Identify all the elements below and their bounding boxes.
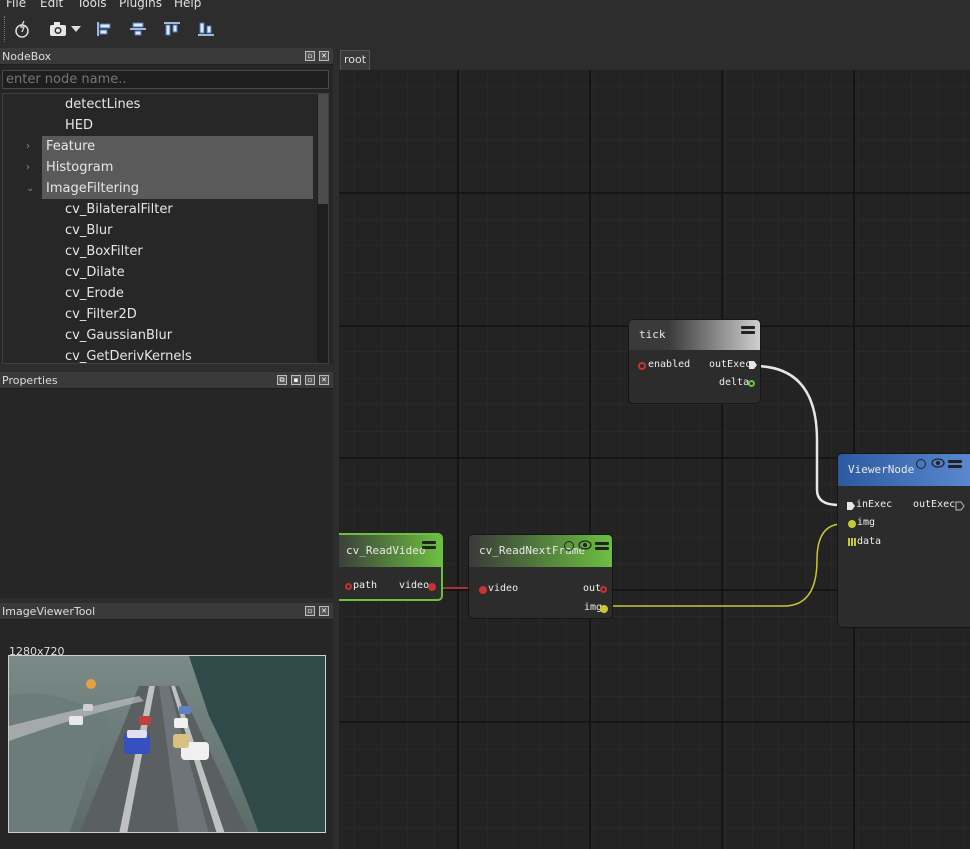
video-frame-preview [8,655,326,833]
tree-scrollbar[interactable] [317,94,328,363]
port-label-outexec: outExec [913,499,956,510]
input-port-dot[interactable] [848,520,856,528]
bolt-icon[interactable] [11,18,33,40]
node-menu-icon[interactable] [948,460,962,469]
lock-icon[interactable]: ▪ [291,375,301,385]
menu-tools[interactable]: Tools [77,0,107,10]
eye-icon[interactable] [931,458,945,468]
image-viewer-panel: ImageViewerTool ▫ ✕ 1280x720 [0,603,333,849]
circle-icon[interactable] [916,459,926,469]
node-menu-icon[interactable] [595,542,609,551]
port-label-path: path [353,580,378,591]
tree-category-label: ImageFiltering [46,181,140,196]
input-port-dot[interactable] [479,586,487,594]
nodebox-title-bar: NodeBox ▫ ✕ [0,48,333,65]
node-menu-icon[interactable] [422,541,436,550]
camera-icon[interactable] [47,18,69,40]
app-window: File Edit Tools Plugins Help NodeBox ▫ ✕… [0,0,970,849]
node-cv-readnextframe[interactable]: cv_ReadNextFrame video out img [468,534,613,619]
port-label-data: data [857,536,882,547]
float-icon[interactable]: ▫ [305,51,315,61]
scrollbar-thumb[interactable] [318,94,328,204]
tree-category-label: Feature [46,139,96,154]
exec-port-icon[interactable] [846,501,856,511]
tab-root[interactable]: root [340,50,371,70]
port-label-outexec: outExec [709,359,752,370]
tree-item-detectlines[interactable]: detectLines [65,94,140,115]
graph-tab-bar: root [339,46,970,70]
highway-image [9,656,325,832]
port-label-out: out [583,583,602,594]
tree-category-feature[interactable]: › Feature [26,136,313,157]
menu-edit[interactable]: Edit [40,0,63,10]
tree-item-hed[interactable]: HED [65,115,93,136]
node-cv-readvideo[interactable]: cv_ReadVideo path video [339,533,443,601]
node-header[interactable]: cv_ReadVideo [339,535,441,567]
align-center-icon[interactable] [127,18,149,40]
properties-title-bar: Properties ⧉ ▪ ▫ ✕ [0,372,333,389]
node-tick[interactable]: tick enabled outExec delta [628,319,761,404]
tree-item-cv-filter2d[interactable]: cv_Filter2D [65,304,137,325]
chevron-down-icon[interactable]: ⌄ [26,178,34,199]
circle-icon[interactable] [564,541,574,551]
input-port-dot[interactable] [638,362,646,370]
tree-category-label: Histogram [46,160,114,175]
node-header[interactable]: ViewerNode [838,454,970,486]
properties-title: Properties [2,374,58,387]
align-bottom-icon[interactable] [161,18,183,40]
tree-item-cv-erode[interactable]: cv_Erode [65,283,124,304]
output-port-dot[interactable] [600,586,607,593]
port-label-delta: delta [719,377,750,388]
menu-file[interactable]: File [6,0,26,10]
tree-item-cv-blur[interactable]: cv_Blur [65,220,112,241]
toolbar [0,12,970,46]
nodebox-panel: NodeBox ▫ ✕ detectLines HED › Feature › Hi… [0,48,333,364]
dropdown-arrow-icon[interactable] [69,18,83,40]
nodebox-title: NodeBox [2,50,52,63]
chevron-right-icon[interactable]: › [26,136,30,157]
align-left-icon[interactable] [93,18,115,40]
node-header[interactable]: tick [629,320,760,350]
exec-port-icon[interactable] [748,360,758,370]
grid-port-icon[interactable] [848,538,856,546]
menu-help[interactable]: Help [174,0,201,10]
tree-item-cv-bilateralfilter[interactable]: cv_BilateralFilter [65,199,173,220]
image-viewer-title-bar: ImageViewerTool ▫ ✕ [0,603,333,620]
tree-item-cv-boxfilter[interactable]: cv_BoxFilter [65,241,143,262]
output-port-dot[interactable] [748,380,755,387]
port-label-enabled: enabled [648,359,691,370]
node-graph-canvas[interactable]: tick enabled outExec delta ViewerNode in… [339,70,970,849]
menu-plugins[interactable]: Plugins [119,0,162,10]
align-right-icon[interactable] [195,18,217,40]
tree-item-cv-dilate[interactable]: cv_Dilate [65,262,125,283]
node-search-input[interactable] [2,70,329,89]
output-port-dot[interactable] [428,583,436,591]
node-tree: detectLines HED › Feature › Histogram ⌄ Ima… [2,93,329,364]
port-label-video: video [399,580,430,591]
input-port-dot[interactable] [345,583,352,590]
image-viewer-title: ImageViewerTool [2,605,96,618]
port-label-img: img [857,517,876,528]
port-label-video: video [488,583,519,594]
output-port-dot[interactable] [600,605,608,613]
close-icon[interactable]: ✕ [319,51,329,61]
port-label-inexec: inExec [856,499,893,510]
eye-icon[interactable] [578,540,592,550]
node-viewer[interactable]: ViewerNode inExec outExec img data [837,453,970,628]
chevron-right-icon[interactable]: › [26,157,30,178]
close-icon[interactable]: ✕ [319,606,329,616]
exec-port-outline-icon[interactable] [955,501,965,511]
tree-category-imagefiltering[interactable]: ⌄ ImageFiltering [26,178,313,199]
node-menu-icon[interactable] [741,326,755,335]
tree-item-cv-getderivkernels[interactable]: cv_GetDerivKernels [65,346,192,363]
toolbar-grip[interactable] [4,16,7,42]
copy-icon[interactable]: ⧉ [277,375,287,385]
properties-panel: Properties ⧉ ▪ ▫ ✕ [0,372,333,598]
float-icon[interactable]: ▫ [305,606,315,616]
close-icon[interactable]: ✕ [319,375,329,385]
tree-item-cv-gaussianblur[interactable]: cv_GaussianBlur [65,325,172,346]
float-icon[interactable]: ▫ [305,375,315,385]
tree-category-histogram[interactable]: › Histogram [26,157,313,178]
menu-bar: File Edit Tools Plugins Help [0,0,970,12]
